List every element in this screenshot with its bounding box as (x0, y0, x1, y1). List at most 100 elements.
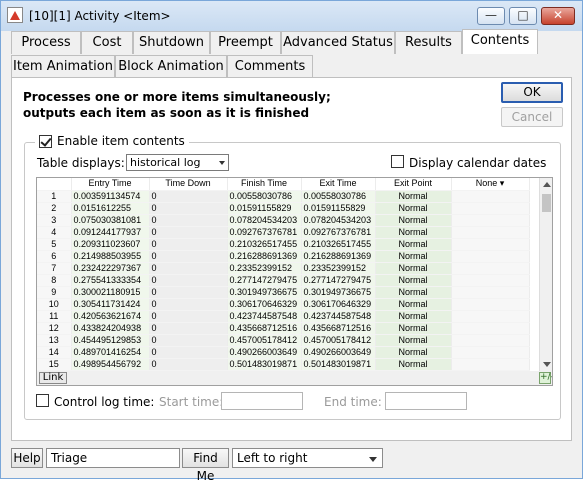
column-header[interactable]: Entry Time (71, 178, 150, 191)
table-row[interactable]: 9 0.300021180915 0 0.301949736675 0.30194973… (37, 286, 530, 299)
table-cell[interactable]: 0.301949736675 (227, 286, 302, 299)
table-cell[interactable]: Normal (375, 322, 452, 335)
column-header[interactable]: Finish Time (227, 178, 302, 191)
row-number-cell[interactable]: 7 (37, 262, 72, 275)
table-cell[interactable] (451, 262, 530, 275)
calendar-dates-checkbox[interactable] (391, 155, 404, 168)
table-cell[interactable]: 0.0151612255 (71, 202, 150, 215)
scroll-thumb[interactable] (542, 194, 551, 212)
table-cell[interactable]: 0.075030381081 (71, 214, 150, 227)
table-cell[interactable]: 0 (149, 226, 228, 239)
table-cell[interactable]: 0.01591155829 (301, 202, 376, 215)
table-cell[interactable]: 0.01591155829 (227, 202, 302, 215)
row-number-cell[interactable]: 12 (37, 322, 72, 335)
table-cell[interactable]: 0.457005178412 (301, 334, 376, 347)
table-cell[interactable]: 0 (149, 250, 228, 263)
tab-contents[interactable]: Contents (462, 29, 538, 54)
table-cell[interactable] (451, 298, 530, 311)
table-cell[interactable]: 0.23352399152 (301, 262, 376, 275)
table-cell[interactable]: 0.433824204938 (71, 322, 150, 335)
table-cell[interactable]: 0.501483019871 (301, 358, 376, 371)
table-cell[interactable]: 0.501483019871 (227, 358, 302, 371)
table-cell[interactable]: 0.091244177937 (71, 226, 150, 239)
table-cell[interactable]: Normal (375, 202, 452, 215)
maximize-button[interactable]: □ (509, 7, 537, 25)
table-cell[interactable]: 0.078204534203 (227, 214, 302, 227)
table-cell[interactable] (451, 346, 530, 359)
table-cell[interactable] (451, 238, 530, 251)
tab-results[interactable]: Results (395, 31, 462, 54)
control-log-time-checkbox[interactable] (36, 394, 49, 407)
table-cell[interactable] (451, 334, 530, 347)
table-cell[interactable] (451, 202, 530, 215)
table-row[interactable]: 15 0.498954456792 0 0.501483019871 0.5014830… (37, 358, 530, 371)
table-cell[interactable]: Normal (375, 226, 452, 239)
table-cell[interactable]: 0 (149, 214, 228, 227)
table-cell[interactable]: 0 (149, 334, 228, 347)
table-cell[interactable]: Normal (375, 238, 452, 251)
scroll-down-arrow-icon[interactable] (543, 362, 551, 367)
table-cell[interactable]: 0.00558030786 (301, 190, 376, 203)
row-number-cell[interactable]: 6 (37, 250, 72, 263)
column-header-popup[interactable]: None ▾ (451, 178, 530, 191)
row-number-cell[interactable]: 14 (37, 346, 72, 359)
table-cell[interactable]: 0.277147279475 (227, 274, 302, 287)
table-row[interactable]: 4 0.091244177937 0 0.092767376781 0.09276737… (37, 226, 530, 239)
row-number-cell[interactable]: 13 (37, 334, 72, 347)
ok-button[interactable]: OK (501, 82, 563, 103)
table-cell[interactable]: 0 (149, 190, 228, 203)
table-cell[interactable]: 0.092767376781 (301, 226, 376, 239)
table-cell[interactable]: 0 (149, 262, 228, 275)
tab-block-animation[interactable]: Block Animation (115, 55, 227, 78)
table-row[interactable]: 1 0.003591134574 0 0.00558030786 0.005580307… (37, 190, 530, 203)
table-cell[interactable] (451, 322, 530, 335)
table-cell[interactable]: 0.435668712516 (301, 322, 376, 335)
table-cell[interactable]: Normal (375, 346, 452, 359)
table-cell[interactable] (451, 190, 530, 203)
table-cell[interactable]: 0.420563621674 (71, 310, 150, 323)
table-cell[interactable]: 0 (149, 202, 228, 215)
table-cell[interactable]: 0.003591134574 (71, 190, 150, 203)
tab-process[interactable]: Process (11, 31, 81, 54)
close-button[interactable]: ✕ (541, 7, 575, 25)
table-cell[interactable]: 0.210326517455 (301, 238, 376, 251)
column-header[interactable]: Exit Point (375, 178, 452, 191)
table-cell[interactable]: Normal (375, 310, 452, 323)
table-cell[interactable]: 0 (149, 310, 228, 323)
table-cell[interactable] (451, 226, 530, 239)
search-input[interactable]: Triage (46, 448, 180, 468)
table-row[interactable]: 7 0.232422297367 0 0.23352399152 0.233523991… (37, 262, 530, 275)
table-row[interactable]: 5 0.209311023607 0 0.210326517455 0.21032651… (37, 238, 530, 251)
table-cell[interactable]: 0.490266003649 (227, 346, 302, 359)
table-cell[interactable]: 0.277147279475 (301, 274, 376, 287)
table-cell[interactable]: 0.301949736675 (301, 286, 376, 299)
table-row[interactable]: 6 0.214988503955 0 0.216288691369 0.21628869… (37, 250, 530, 263)
table-cell[interactable]: 0.216288691369 (301, 250, 376, 263)
table-cell[interactable]: Normal (375, 250, 452, 263)
row-number-cell[interactable]: 5 (37, 238, 72, 251)
column-header[interactable]: Exit Time (301, 178, 376, 191)
table-cell[interactable]: 0 (149, 238, 228, 251)
table-cell[interactable]: 0 (149, 358, 228, 371)
row-number-cell[interactable]: 4 (37, 226, 72, 239)
table-cell[interactable]: 0 (149, 298, 228, 311)
table-cell[interactable]: Normal (375, 286, 452, 299)
row-number-cell[interactable]: 10 (37, 298, 72, 311)
table-cell[interactable] (451, 274, 530, 287)
table-cell[interactable]: 0.435668712516 (227, 322, 302, 335)
table-cell[interactable] (451, 358, 530, 371)
table-row[interactable]: 12 0.433824204938 0 0.435668712516 0.4356687… (37, 322, 530, 335)
table-row[interactable]: 2 0.0151612255 0 0.01591155829 0.01591155829… (37, 202, 530, 215)
table-cell[interactable]: Normal (375, 262, 452, 275)
row-number-cell[interactable]: 1 (37, 190, 72, 203)
table-cell[interactable]: 0 (149, 322, 228, 335)
table-cell[interactable]: 0.216288691369 (227, 250, 302, 263)
row-number-cell[interactable]: 8 (37, 274, 72, 287)
table-row[interactable]: 11 0.420563621674 0 0.423744587548 0.4237445… (37, 310, 530, 323)
row-number-cell[interactable]: 9 (37, 286, 72, 299)
tab-preempt[interactable]: Preempt (210, 31, 281, 54)
table-cell[interactable]: 0.498954456792 (71, 358, 150, 371)
table-cell[interactable]: 0.305411731424 (71, 298, 150, 311)
table-cell[interactable]: 0 (149, 274, 228, 287)
table-cell[interactable]: 0.457005178412 (227, 334, 302, 347)
